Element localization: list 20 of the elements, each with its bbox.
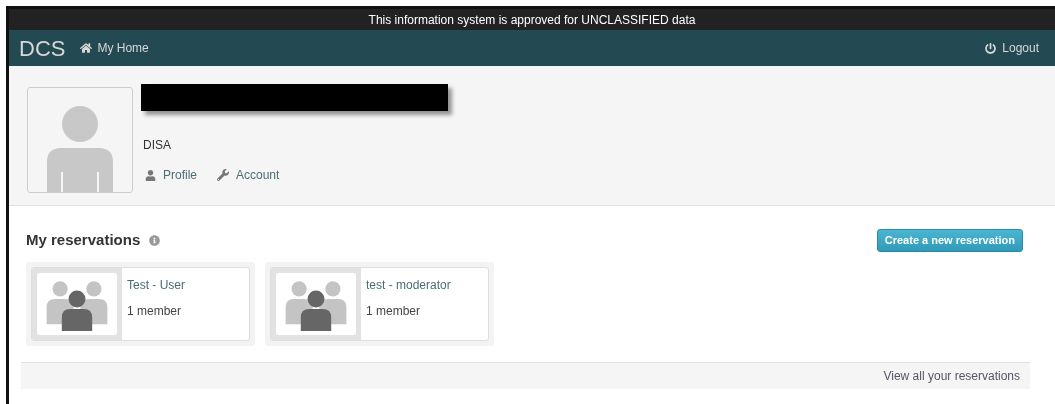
reservation-name[interactable]: test - moderator — [366, 276, 451, 294]
member-count: 1 member — [366, 303, 422, 320]
logout-link[interactable]: Logout — [985, 39, 1039, 57]
reservation-name[interactable]: Test - User — [127, 276, 185, 294]
classification-banner: This information system is approved for UNCLASSIFIED data — [9, 9, 1055, 30]
account-link[interactable]: Account — [217, 166, 280, 184]
user-icon — [145, 169, 156, 181]
home-icon — [80, 42, 93, 54]
brand-logo[interactable]: DCS — [19, 31, 66, 65]
reservation-card[interactable]: Test - User 1 member — [26, 262, 255, 346]
wrench-icon — [217, 169, 229, 181]
home-link[interactable]: My Home — [80, 39, 149, 57]
profile-link[interactable]: Profile — [145, 166, 197, 184]
view-all-link[interactable]: View all your reservations — [883, 367, 1020, 385]
reservation-card[interactable]: test - moderator 1 member — [265, 262, 494, 346]
power-icon — [985, 42, 997, 54]
member-count: 1 member — [127, 303, 183, 320]
section-title: My reservations — [26, 230, 141, 251]
info-icon[interactable] — [149, 235, 161, 246]
organization-label: DISA — [143, 137, 172, 154]
